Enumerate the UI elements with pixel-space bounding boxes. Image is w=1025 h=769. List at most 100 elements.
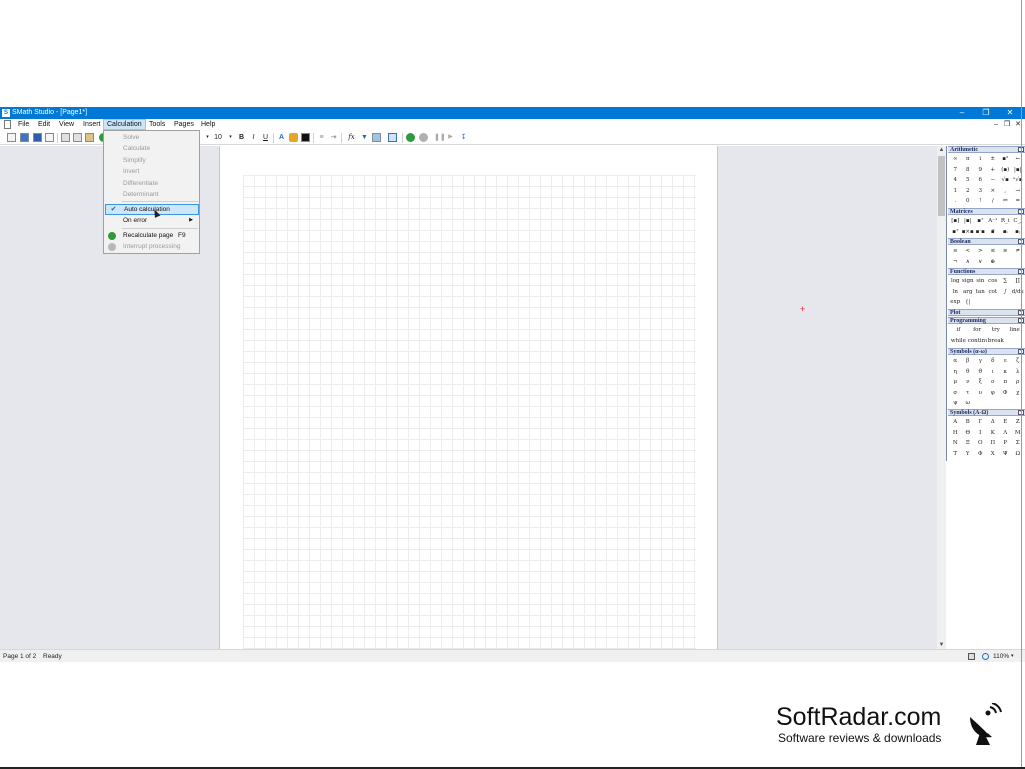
- panel-header[interactable]: Functions−: [948, 268, 1025, 275]
- palette-button[interactable]: ∫: [999, 287, 1012, 298]
- pause-icon[interactable]: ❚❚: [434, 133, 446, 142]
- palette-button[interactable]: ξ: [974, 377, 987, 388]
- palette-button[interactable]: κ: [999, 367, 1012, 378]
- palette-button[interactable]: d/dx: [1012, 287, 1025, 298]
- palette-button[interactable]: =: [1012, 196, 1025, 207]
- palette-button[interactable]: ,: [999, 186, 1012, 197]
- menu-recalculate-page[interactable]: Recalculate page F9: [105, 230, 199, 241]
- scroll-down-icon[interactable]: ▼: [937, 641, 946, 649]
- palette-button[interactable]: ln: [949, 287, 962, 298]
- border-icon[interactable]: [301, 133, 310, 142]
- palette-button[interactable]: ∏: [1012, 276, 1025, 287]
- palette-button[interactable]: log: [949, 276, 962, 287]
- calculator-icon[interactable]: [372, 133, 381, 142]
- panel-header[interactable]: Boolean−: [948, 238, 1025, 245]
- menu-determinant[interactable]: Determinant: [105, 189, 199, 200]
- palette-button[interactable]: cos: [987, 276, 1000, 287]
- palette-button[interactable]: ▪ᵀ: [974, 216, 987, 227]
- palette-button[interactable]: Υ: [962, 449, 975, 460]
- palette-button[interactable]: ≔: [999, 196, 1012, 207]
- bold-button[interactable]: B: [237, 133, 246, 142]
- palette-button[interactable]: exp: [949, 297, 962, 308]
- palette-button[interactable]: Γ: [974, 417, 987, 428]
- palette-button[interactable]: Ω: [1012, 449, 1025, 460]
- palette-button[interactable]: ×: [987, 186, 1000, 197]
- palette-button[interactable]: μ: [949, 377, 962, 388]
- palette-button[interactable]: Β: [962, 417, 975, 428]
- panel-header[interactable]: Programming−: [948, 317, 1025, 324]
- menu-file[interactable]: File: [15, 119, 32, 130]
- play-icon[interactable]: ▶: [446, 133, 455, 142]
- palette-button[interactable]: 7: [949, 165, 962, 176]
- palette-button[interactable]: ≤: [987, 246, 1000, 257]
- palette-button[interactable]: <: [962, 246, 975, 257]
- palette-button[interactable]: ▪ᵢ: [999, 227, 1012, 238]
- zoom-icon[interactable]: [982, 653, 989, 660]
- menu-insert[interactable]: Insert: [80, 119, 104, 130]
- menu-pages[interactable]: Pages: [171, 119, 197, 130]
- new-file-icon[interactable]: [7, 133, 16, 142]
- palette-button[interactable]: ∑: [999, 276, 1012, 287]
- panel-header[interactable]: Plot+: [948, 309, 1025, 316]
- palette-button[interactable]: while: [949, 336, 968, 347]
- palette-button[interactable]: ⁿ√▪: [1012, 175, 1025, 186]
- palette-button[interactable]: A⁻¹: [987, 216, 1000, 227]
- palette-button[interactable]: 0: [962, 196, 975, 207]
- stop-icon[interactable]: [419, 133, 428, 142]
- palette-button[interactable]: C_j: [1012, 216, 1025, 227]
- step-icon[interactable]: ↧: [459, 133, 468, 142]
- panel-header[interactable]: Symbols (Α-Ω)−: [948, 409, 1025, 416]
- palette-button[interactable]: tan: [974, 287, 987, 298]
- palette-button[interactable]: δ: [987, 356, 1000, 367]
- font-size-dropdown-icon[interactable]: ▾: [226, 133, 235, 142]
- palette-button[interactable]: τ: [962, 388, 975, 399]
- palette-button[interactable]: Ζ: [1012, 417, 1025, 428]
- palette-button[interactable]: {|: [962, 297, 975, 308]
- palette-button[interactable]: →: [1012, 186, 1025, 197]
- palette-button[interactable]: ν: [962, 377, 975, 388]
- palette-button[interactable]: R_i: [999, 216, 1012, 227]
- vertical-scrollbar[interactable]: ▲ ▼: [937, 146, 946, 649]
- palette-button[interactable]: Α: [949, 417, 962, 428]
- palette-button[interactable]: for: [968, 325, 987, 336]
- palette-button[interactable]: +: [987, 165, 1000, 176]
- scroll-up-icon[interactable]: ▲: [937, 146, 946, 154]
- font-size-select[interactable]: 10: [211, 133, 225, 142]
- panel-header[interactable]: Arithmetic−: [948, 146, 1025, 153]
- palette-button[interactable]: i: [974, 154, 987, 165]
- palette-button[interactable]: ≥: [999, 246, 1012, 257]
- menu-solve[interactable]: Solve: [105, 132, 199, 143]
- palette-button[interactable]: try: [987, 325, 1006, 336]
- palette-button[interactable]: >: [974, 246, 987, 257]
- insert-function-button[interactable]: fx: [347, 133, 356, 142]
- palette-button[interactable]: Ο: [974, 438, 987, 449]
- palette-button[interactable]: ρ: [1012, 377, 1025, 388]
- palette-button[interactable]: 6: [974, 175, 987, 186]
- palette-button[interactable]: ∞: [949, 154, 962, 165]
- palette-button[interactable]: Σ: [1012, 438, 1025, 449]
- palette-button[interactable]: ▪⃗: [987, 227, 1000, 238]
- paste-icon[interactable]: [85, 133, 94, 142]
- zoom-dropdown-icon[interactable]: ▾: [1011, 650, 1014, 663]
- palette-button[interactable]: Ι: [974, 428, 987, 439]
- palette-button[interactable]: ▪×▪: [962, 227, 975, 238]
- palette-button[interactable]: ▪ⱼ: [1012, 227, 1025, 238]
- palette-button[interactable]: ≡: [949, 246, 962, 257]
- palette-button[interactable]: σ: [949, 388, 962, 399]
- palette-button[interactable]: Ψ: [999, 449, 1012, 460]
- palette-button[interactable]: Λ: [999, 428, 1012, 439]
- palette-button[interactable]: break: [987, 336, 1006, 347]
- palette-button[interactable]: Μ: [1012, 428, 1025, 439]
- palette-button[interactable]: α: [949, 356, 962, 367]
- align-icon[interactable]: ≡: [317, 133, 326, 142]
- menu-help[interactable]: Help: [198, 119, 218, 130]
- menu-interrupt-processing[interactable]: Interrupt processing: [105, 241, 199, 252]
- palette-button[interactable]: 1: [949, 186, 962, 197]
- menu-calculation[interactable]: Calculation: [103, 119, 146, 130]
- palette-button[interactable]: Ξ: [962, 438, 975, 449]
- status-save-icon[interactable]: [968, 653, 975, 660]
- open-file-icon[interactable]: [20, 133, 29, 142]
- palette-button[interactable]: if: [949, 325, 968, 336]
- palette-button[interactable]: χ: [1012, 388, 1025, 399]
- scroll-thumb[interactable]: [938, 156, 945, 216]
